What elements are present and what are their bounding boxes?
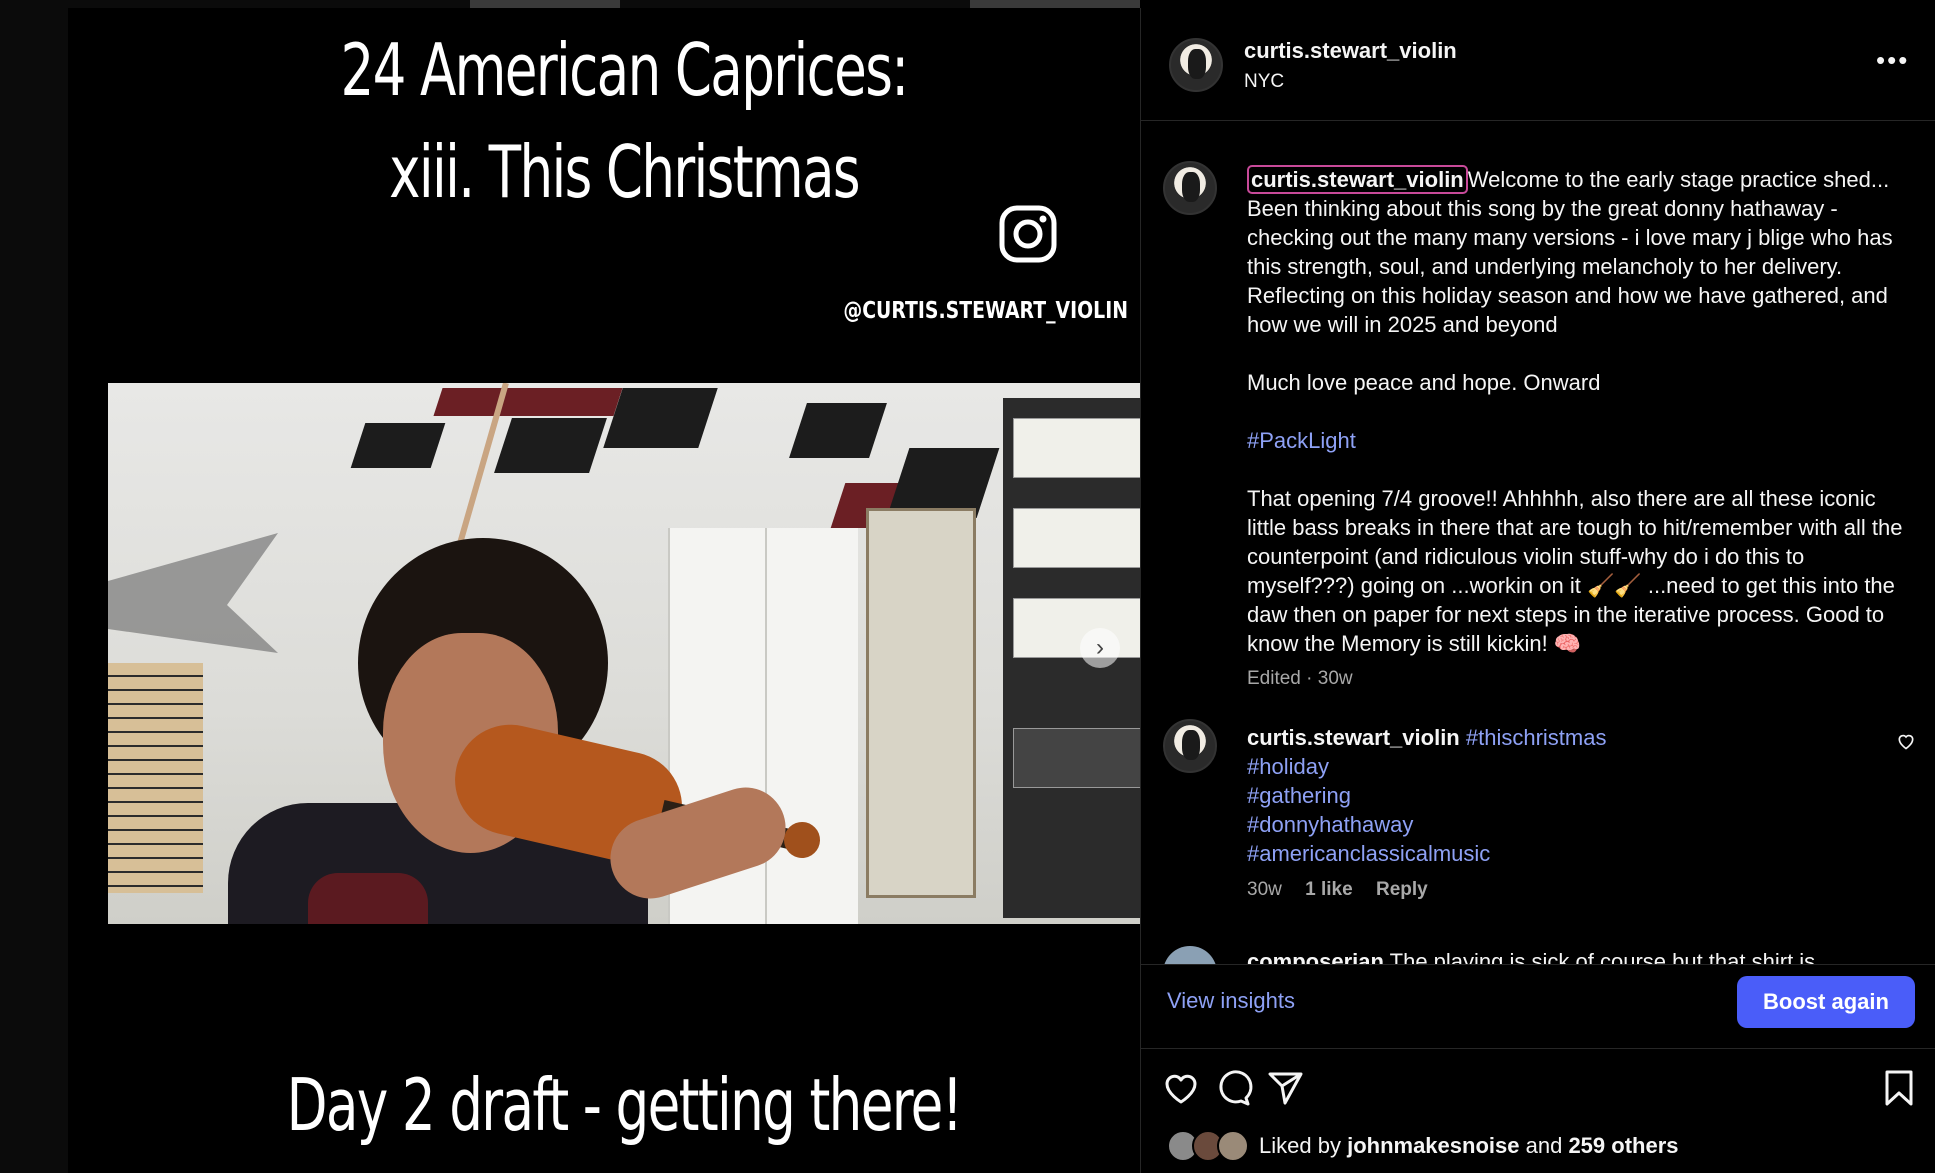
view-insights-link[interactable]: View insights <box>1167 988 1295 1014</box>
hashtag-link[interactable]: #holiday <box>1247 752 1847 781</box>
hashtag-link[interactable]: #donnyhathaway <box>1247 810 1847 839</box>
comment-time: 30w <box>1247 879 1282 900</box>
likes-and: and <box>1525 1133 1563 1158</box>
book <box>1013 418 1140 478</box>
media-bottom-text: Day 2 draft - getting there! <box>286 1063 963 1147</box>
likes-prefix: Liked by <box>1259 1133 1341 1158</box>
avatar[interactable] <box>1163 161 1217 215</box>
acoustic-foam <box>603 388 718 448</box>
chevron-right-icon: › <box>1096 634 1104 661</box>
likes-summary[interactable]: Liked by johnmakesnoise and 259 others <box>1167 1130 1679 1162</box>
comment-username[interactable]: composerian <box>1247 949 1384 964</box>
hashtag-link[interactable]: #thischristmas <box>1466 725 1607 750</box>
post-details-panel: curtis.stewart_violin NYC ••• curtis.ste… <box>1140 8 1935 1173</box>
background-strip <box>470 0 620 8</box>
acoustic-foam <box>494 418 607 473</box>
book <box>1013 598 1140 658</box>
share-icon[interactable] <box>1265 1068 1305 1108</box>
avatar[interactable] <box>1163 946 1217 964</box>
comment-username[interactable]: curtis.stewart_violin <box>1247 725 1460 750</box>
bookmark-icon[interactable] <box>1879 1068 1919 1108</box>
liker-username[interactable]: johnmakesnoise <box>1347 1133 1519 1159</box>
caption-paragraph-2: Much love peace and hope. Onward <box>1247 370 1601 395</box>
boost-again-button[interactable]: Boost again <box>1737 976 1915 1028</box>
post-media[interactable]: 24 American Caprices: xiii. This Christm… <box>68 8 1140 1173</box>
shirt-graphic <box>308 873 428 924</box>
hashtag-link[interactable]: #gathering <box>1247 781 1847 810</box>
acoustic-foam <box>789 403 887 458</box>
wall-poster <box>866 508 976 898</box>
comments-scroll-area[interactable]: curtis.stewart_violin Welcome to the earl… <box>1141 121 1935 964</box>
reply-button[interactable]: Reply <box>1376 879 1428 900</box>
caption-meta: Edited · 30w <box>1247 668 1353 689</box>
hashtag-link[interactable]: #PackLight <box>1247 428 1356 453</box>
post-author-username[interactable]: curtis.stewart_violin <box>1244 38 1457 64</box>
caption-paragraph-3: That opening 7/4 groove!! Ahhhhh, also t… <box>1247 486 1903 656</box>
book <box>1013 508 1140 568</box>
comment-meta: 30w 1 like Reply <box>1247 879 1446 901</box>
avatar <box>1217 1130 1249 1162</box>
acoustic-foam <box>433 388 623 416</box>
bookshelf <box>1003 398 1140 918</box>
divider <box>1141 964 1935 965</box>
wall-decoration <box>108 533 278 653</box>
media-title-line1: 24 American Caprices: <box>340 28 909 112</box>
hashtag-link[interactable]: #americanclassicalmusic <box>1247 839 1847 868</box>
comment: composerian The playing is sick of cours… <box>1247 949 1815 964</box>
more-horizontal-icon[interactable]: ••• <box>1876 47 1909 73</box>
liker-avatars <box>1167 1130 1249 1162</box>
acoustic-foam <box>350 423 446 468</box>
next-media-button[interactable]: › <box>1080 628 1120 668</box>
video-frame[interactable] <box>108 383 1140 924</box>
comment: curtis.stewart_violin #thischristmas #ho… <box>1247 723 1847 868</box>
instagram-icon <box>999 205 1057 263</box>
wall-sign <box>108 663 203 893</box>
background-strip <box>970 0 1140 8</box>
divider <box>1141 1048 1935 1049</box>
avatar[interactable] <box>1163 719 1217 773</box>
post-location[interactable]: NYC <box>1244 71 1284 93</box>
book <box>1013 728 1140 788</box>
comment-icon[interactable] <box>1213 1068 1253 1108</box>
post-caption: curtis.stewart_violin Welcome to the earl… <box>1247 165 1917 693</box>
comment-text: The playing is sick of course but that s… <box>1389 949 1816 964</box>
heart-icon[interactable] <box>1161 1068 1201 1108</box>
likes-others-link[interactable]: 259 others <box>1568 1133 1678 1159</box>
caption-username[interactable]: curtis.stewart_violin <box>1247 165 1468 194</box>
heart-icon[interactable] <box>1896 731 1916 751</box>
media-title-line2: xiii. This Christmas <box>389 130 860 214</box>
comment-likes-link[interactable]: 1 like <box>1305 879 1353 900</box>
media-watermark: @CURTIS.STEWART_VIOLIN <box>843 298 1128 324</box>
avatar[interactable] <box>1169 38 1223 92</box>
